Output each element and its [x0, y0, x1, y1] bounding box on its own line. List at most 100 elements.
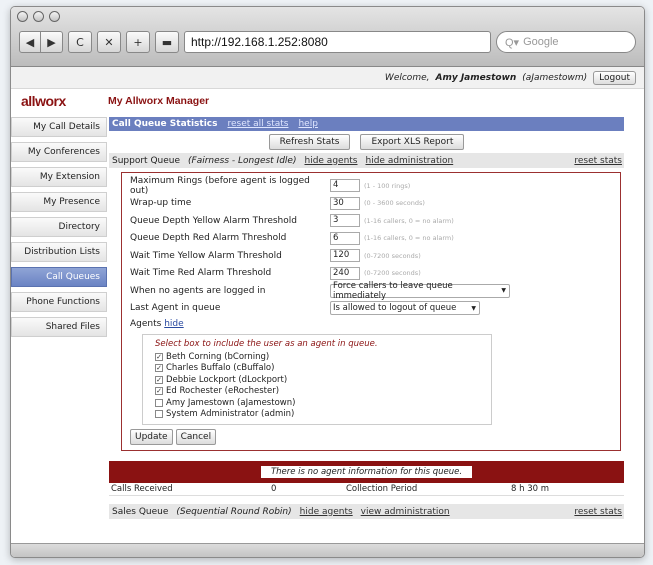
hide-agents-link[interactable]: hide agents	[304, 156, 357, 166]
chevron-down-icon: ▼	[501, 287, 506, 295]
sales-queue-strategy: (Sequential Round Robin)	[176, 506, 292, 517]
main-panel: Call Queue Statistics reset all stats he…	[109, 113, 624, 519]
agent-label: Ed Rochester (eRochester)	[166, 386, 280, 397]
close-window-icon[interactable]	[17, 11, 28, 22]
agent-checkbox-row[interactable]: System Administrator (admin)	[155, 409, 491, 421]
checkbox[interactable]: ✓	[155, 352, 163, 361]
search-input[interactable]: Q▾ Google	[496, 31, 636, 53]
setting-row: Maximum Rings (before agent is logged ou…	[130, 175, 620, 196]
checkbox[interactable]	[155, 410, 163, 419]
max-rings-field[interactable]: 4	[330, 179, 360, 193]
collection-period-label: Collection Period	[346, 484, 418, 494]
search-icon: Q▾	[505, 36, 520, 49]
sidebar-item-distribution-lists[interactable]: Distribution Lists	[11, 242, 107, 262]
wrapup-time-field[interactable]: 30	[330, 196, 360, 210]
back-button[interactable]: ◀	[19, 31, 41, 53]
logout-button[interactable]: Logout	[593, 70, 636, 85]
checkbox[interactable]: ✓	[155, 364, 163, 373]
bookmarks-button[interactable]: ✕	[97, 31, 121, 53]
agent-label: Charles Buffalo (cBuffalo)	[166, 363, 275, 374]
checkbox[interactable]: ✓	[155, 387, 163, 396]
setting-row: Queue Depth Yellow Alarm Threshold 3 (1-…	[130, 212, 620, 230]
reload-button[interactable]: C	[68, 31, 92, 53]
checkbox[interactable]	[155, 398, 163, 407]
setting-label: Wait Time Red Alarm Threshold	[130, 268, 272, 279]
add-bookmark-button[interactable]: +	[126, 31, 150, 53]
browser-status-bar	[11, 543, 644, 557]
setting-hint: (0 - 3600 seconds)	[364, 199, 425, 208]
view-administration-link[interactable]: view administration	[361, 507, 450, 517]
sidebar-item-shared-files[interactable]: Shared Files	[11, 317, 107, 337]
checkbox[interactable]: ✓	[155, 375, 163, 384]
agent-checkbox-row[interactable]: ✓ Beth Corning (bCorning)	[155, 351, 491, 363]
sidebar: My Call Details My Conferences My Extens…	[11, 113, 107, 519]
agent-checkbox-row[interactable]: ✓ Ed Rochester (eRochester)	[155, 386, 491, 398]
app-header: allworx My Allworx Manager	[11, 89, 644, 113]
reset-stats-link[interactable]: reset stats	[574, 156, 624, 166]
agent-checkbox-row[interactable]: Amy Jamestown (aJamestown)	[155, 397, 491, 409]
sidebar-item-my-call-details[interactable]: My Call Details	[11, 117, 107, 137]
setting-row: When no agents are logged in Force calle…	[130, 280, 620, 301]
agents-note: Select box to include the user as an age…	[155, 339, 378, 349]
wait-yellow-field[interactable]: 120	[330, 249, 360, 263]
depth-red-field[interactable]: 6	[330, 231, 360, 245]
sales-queue-header: Sales Queue (Sequential Round Robin) hid…	[109, 504, 624, 519]
agent-label: Debbie Lockport (dLockport)	[166, 374, 288, 385]
print-icon: ▬	[161, 35, 173, 49]
agent-info-banner: There is no agent information for this q…	[109, 461, 624, 483]
setting-label: Queue Depth Red Alarm Threshold	[130, 233, 287, 244]
no-agents-select[interactable]: Force callers to leave queue immediately…	[330, 280, 510, 301]
agent-label: Amy Jamestown (aJamestown)	[166, 397, 296, 408]
reset-stats-link[interactable]: reset stats	[574, 507, 624, 517]
setting-label: Maximum Rings (before agent is logged ou…	[130, 175, 310, 196]
stats-actions: Refresh Stats Export XLS Report	[109, 131, 624, 153]
last-agent-select[interactable]: Is allowed to logout of queue ▼	[330, 301, 480, 316]
support-queue-name: Support Queue	[112, 155, 181, 166]
setting-row: Wait Time Yellow Alarm Threshold 120 (0-…	[130, 247, 620, 265]
browser-toolbar: ◀ ▶ C ✕ + ▬ http://192.168.1.252:8080 Q▾…	[19, 29, 636, 55]
setting-hint: (0-7200 seconds)	[364, 251, 421, 260]
sales-queue-name: Sales Queue	[112, 506, 169, 517]
zoom-window-icon[interactable]	[49, 11, 60, 22]
queue-admin-panel: Maximum Rings (before agent is logged ou…	[121, 172, 621, 451]
address-bar[interactable]: http://192.168.1.252:8080	[184, 31, 491, 53]
setting-hint: (0-7200 seconds)	[364, 269, 421, 278]
setting-label: Last Agent in queue	[130, 303, 221, 314]
agent-checkbox-row[interactable]: ✓ Debbie Lockport (dLockport)	[155, 374, 491, 386]
agents-hide-link[interactable]: hide	[164, 319, 183, 329]
hide-agents-link[interactable]: hide agents	[300, 507, 353, 517]
export-xls-button[interactable]: Export XLS Report	[360, 134, 465, 150]
reload-icon: C	[76, 35, 84, 49]
refresh-stats-button[interactable]: Refresh Stats	[268, 134, 351, 150]
print-button[interactable]: ▬	[155, 31, 179, 53]
depth-yellow-field[interactable]: 3	[330, 214, 360, 228]
section-title: Call Queue Statistics	[112, 119, 218, 129]
content-layout: My Call Details My Conferences My Extens…	[11, 113, 644, 519]
support-queue-strategy: (Fairness - Longest Idle)	[188, 155, 297, 166]
sidebar-item-my-presence[interactable]: My Presence	[11, 192, 107, 212]
cancel-button[interactable]: Cancel	[175, 429, 217, 445]
browser-titlebar: ◀ ▶ C ✕ + ▬ http://192.168.1.252:8080 Q▾…	[11, 7, 644, 67]
search-placeholder: Google	[523, 36, 559, 48]
sidebar-item-call-queues[interactable]: Call Queues	[11, 267, 107, 287]
wait-red-field[interactable]: 240	[330, 266, 360, 280]
hide-administration-link[interactable]: hide administration	[366, 156, 454, 166]
sidebar-item-phone-functions[interactable]: Phone Functions	[11, 292, 107, 312]
welcome-prefix: Welcome,	[384, 72, 430, 83]
forward-button[interactable]: ▶	[41, 31, 63, 53]
window-controls	[17, 11, 60, 22]
sidebar-item-my-extension[interactable]: My Extension	[11, 167, 107, 187]
agent-checkbox-row[interactable]: ✓ Charles Buffalo (cBuffalo)	[155, 363, 491, 375]
sidebar-item-my-conferences[interactable]: My Conferences	[11, 142, 107, 162]
sidebar-item-directory[interactable]: Directory	[11, 217, 107, 237]
agent-label: Beth Corning (bCorning)	[166, 351, 270, 362]
no-agents-value: Force callers to leave queue immediately	[333, 280, 453, 301]
minimize-window-icon[interactable]	[33, 11, 44, 22]
reset-all-stats-link[interactable]: reset all stats	[227, 119, 288, 129]
agent-label: System Administrator (admin)	[166, 409, 295, 420]
help-link[interactable]: help	[298, 119, 317, 129]
allworx-logo: allworx	[21, 93, 66, 109]
section-header: Call Queue Statistics reset all stats he…	[109, 117, 624, 131]
agents-label: Agents	[130, 318, 162, 329]
update-button[interactable]: Update	[130, 429, 173, 445]
